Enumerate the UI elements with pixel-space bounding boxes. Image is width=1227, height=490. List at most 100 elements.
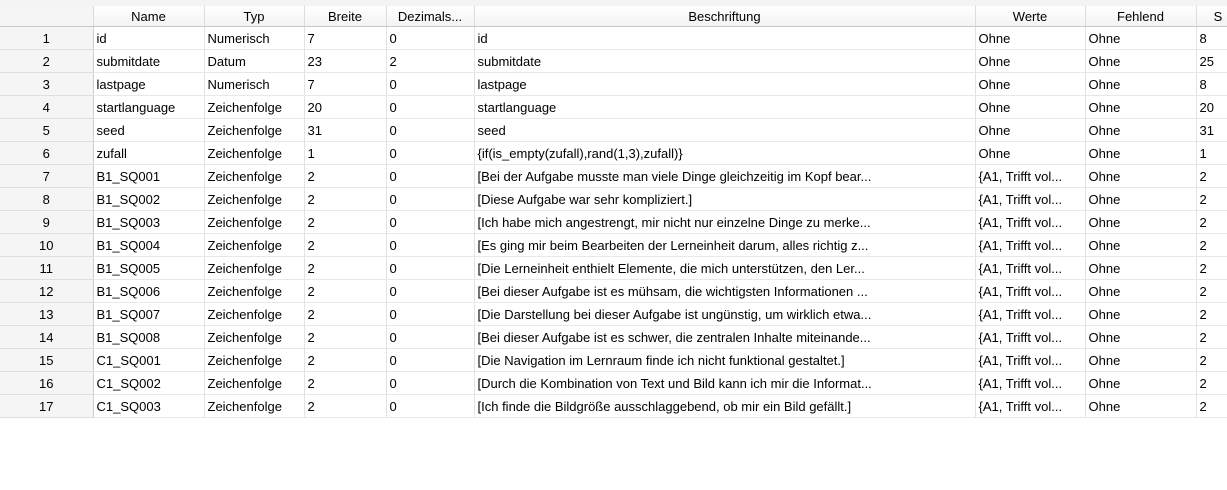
values-cell[interactable]: {A1, Trifft vol... <box>975 348 1086 372</box>
columns-cell[interactable]: 25 <box>1196 49 1227 73</box>
decimals-cell[interactable]: 0 <box>386 233 475 257</box>
values-cell[interactable]: Ohne <box>975 49 1086 73</box>
width-cell[interactable]: 2 <box>304 233 387 257</box>
decimals-cell[interactable]: 0 <box>386 279 475 303</box>
label-cell[interactable]: [Bei der Aufgabe musste man viele Dinge … <box>474 164 976 188</box>
label-cell[interactable]: seed <box>474 118 976 142</box>
table-row[interactable]: 4 startlanguage Zeichenfolge 20 0 startlangua… <box>0 95 1227 119</box>
table-row[interactable]: 15 C1_SQ001 Zeichenfolge 2 0 [Die Navigation … <box>0 348 1227 372</box>
columns-cell[interactable]: 8 <box>1196 26 1227 50</box>
name-cell[interactable]: C1_SQ001 <box>93 348 205 372</box>
width-cell[interactable]: 2 <box>304 164 387 188</box>
column-header-werte[interactable]: Werte <box>975 6 1086 27</box>
decimals-cell[interactable]: 0 <box>386 26 475 50</box>
missing-cell[interactable]: Ohne <box>1085 233 1197 257</box>
name-cell[interactable]: B1_SQ003 <box>93 210 205 234</box>
name-cell[interactable]: zufall <box>93 141 205 165</box>
width-cell[interactable]: 31 <box>304 118 387 142</box>
values-cell[interactable]: {A1, Trifft vol... <box>975 256 1086 280</box>
values-cell[interactable]: Ohne <box>975 118 1086 142</box>
missing-cell[interactable]: Ohne <box>1085 164 1197 188</box>
row-number[interactable]: 9 <box>0 210 94 234</box>
width-cell[interactable]: 2 <box>304 279 387 303</box>
values-cell[interactable]: Ohne <box>975 26 1086 50</box>
decimals-cell[interactable]: 0 <box>386 118 475 142</box>
name-cell[interactable]: C1_SQ003 <box>93 394 205 418</box>
decimals-cell[interactable]: 0 <box>386 371 475 395</box>
column-header-dezimals[interactable]: Dezimals... <box>386 6 475 27</box>
width-cell[interactable]: 2 <box>304 302 387 326</box>
missing-cell[interactable]: Ohne <box>1085 210 1197 234</box>
values-cell[interactable]: {A1, Trifft vol... <box>975 394 1086 418</box>
values-cell[interactable]: {A1, Trifft vol... <box>975 371 1086 395</box>
width-cell[interactable]: 2 <box>304 187 387 211</box>
label-cell[interactable]: [Die Navigation im Lernraum finde ich ni… <box>474 348 976 372</box>
row-number[interactable]: 16 <box>0 371 94 395</box>
name-cell[interactable]: B1_SQ002 <box>93 187 205 211</box>
decimals-cell[interactable]: 0 <box>386 256 475 280</box>
name-cell[interactable]: id <box>93 26 205 50</box>
decimals-cell[interactable]: 0 <box>386 348 475 372</box>
label-cell[interactable]: {if(is_empty(zufall),rand(1,3),zufall)} <box>474 141 976 165</box>
type-cell[interactable]: Zeichenfolge <box>204 118 305 142</box>
missing-cell[interactable]: Ohne <box>1085 95 1197 119</box>
label-cell[interactable]: [Bei dieser Aufgabe ist es mühsam, die w… <box>474 279 976 303</box>
missing-cell[interactable]: Ohne <box>1085 325 1197 349</box>
columns-cell[interactable]: 31 <box>1196 118 1227 142</box>
values-cell[interactable]: {A1, Trifft vol... <box>975 164 1086 188</box>
width-cell[interactable]: 2 <box>304 394 387 418</box>
type-cell[interactable]: Zeichenfolge <box>204 210 305 234</box>
width-cell[interactable]: 2 <box>304 325 387 349</box>
row-number[interactable]: 5 <box>0 118 94 142</box>
width-cell[interactable]: 2 <box>304 371 387 395</box>
missing-cell[interactable]: Ohne <box>1085 256 1197 280</box>
columns-cell[interactable]: 8 <box>1196 72 1227 96</box>
type-cell[interactable]: Zeichenfolge <box>204 348 305 372</box>
columns-cell[interactable]: 2 <box>1196 348 1227 372</box>
label-cell[interactable]: [Ich habe mich angestrengt, mir nicht nu… <box>474 210 976 234</box>
label-cell[interactable]: [Bei dieser Aufgabe ist es schwer, die z… <box>474 325 976 349</box>
row-number[interactable]: 4 <box>0 95 94 119</box>
missing-cell[interactable]: Ohne <box>1085 49 1197 73</box>
columns-cell[interactable]: 2 <box>1196 279 1227 303</box>
values-cell[interactable]: {A1, Trifft vol... <box>975 279 1086 303</box>
values-cell[interactable]: {A1, Trifft vol... <box>975 325 1086 349</box>
row-number[interactable]: 15 <box>0 348 94 372</box>
table-row[interactable]: 10 B1_SQ004 Zeichenfolge 2 0 [Es ging mir bei… <box>0 233 1227 257</box>
table-row[interactable]: 16 C1_SQ002 Zeichenfolge 2 0 [Durch die Kombi… <box>0 371 1227 395</box>
label-cell[interactable]: [Diese Aufgabe war sehr kompliziert.] <box>474 187 976 211</box>
label-cell[interactable]: lastpage <box>474 72 976 96</box>
label-cell[interactable]: submitdate <box>474 49 976 73</box>
width-cell[interactable]: 2 <box>304 348 387 372</box>
row-number[interactable]: 14 <box>0 325 94 349</box>
row-number[interactable]: 17 <box>0 394 94 418</box>
name-cell[interactable]: B1_SQ001 <box>93 164 205 188</box>
table-row[interactable]: 1 id Numerisch 7 0 id Ohne Ohne 8 <box>0 26 1227 50</box>
columns-cell[interactable]: 2 <box>1196 187 1227 211</box>
corner-cell[interactable] <box>0 6 94 27</box>
decimals-cell[interactable]: 0 <box>386 325 475 349</box>
type-cell[interactable]: Numerisch <box>204 72 305 96</box>
table-row[interactable]: 2 submitdate Datum 23 2 submitdate Ohne Ohne 25 <box>0 49 1227 73</box>
type-cell[interactable]: Zeichenfolge <box>204 233 305 257</box>
columns-cell[interactable]: 2 <box>1196 371 1227 395</box>
column-header-fehlend[interactable]: Fehlend <box>1085 6 1197 27</box>
type-cell[interactable]: Zeichenfolge <box>204 187 305 211</box>
label-cell[interactable]: startlanguage <box>474 95 976 119</box>
label-cell[interactable]: [Die Lerneinheit enthielt Elemente, die … <box>474 256 976 280</box>
decimals-cell[interactable]: 0 <box>386 302 475 326</box>
name-cell[interactable]: startlanguage <box>93 95 205 119</box>
columns-cell[interactable]: 2 <box>1196 210 1227 234</box>
decimals-cell[interactable]: 0 <box>386 141 475 165</box>
columns-cell[interactable]: 2 <box>1196 302 1227 326</box>
decimals-cell[interactable]: 0 <box>386 210 475 234</box>
row-number[interactable]: 1 <box>0 26 94 50</box>
missing-cell[interactable]: Ohne <box>1085 371 1197 395</box>
table-row[interactable]: 7 B1_SQ001 Zeichenfolge 2 0 [Bei der Aufgabe … <box>0 164 1227 188</box>
label-cell[interactable]: [Die Darstellung bei dieser Aufgabe ist … <box>474 302 976 326</box>
row-number[interactable]: 11 <box>0 256 94 280</box>
width-cell[interactable]: 7 <box>304 26 387 50</box>
missing-cell[interactable]: Ohne <box>1085 348 1197 372</box>
table-row[interactable]: 14 B1_SQ008 Zeichenfolge 2 0 [Bei dieser Aufg… <box>0 325 1227 349</box>
missing-cell[interactable]: Ohne <box>1085 279 1197 303</box>
